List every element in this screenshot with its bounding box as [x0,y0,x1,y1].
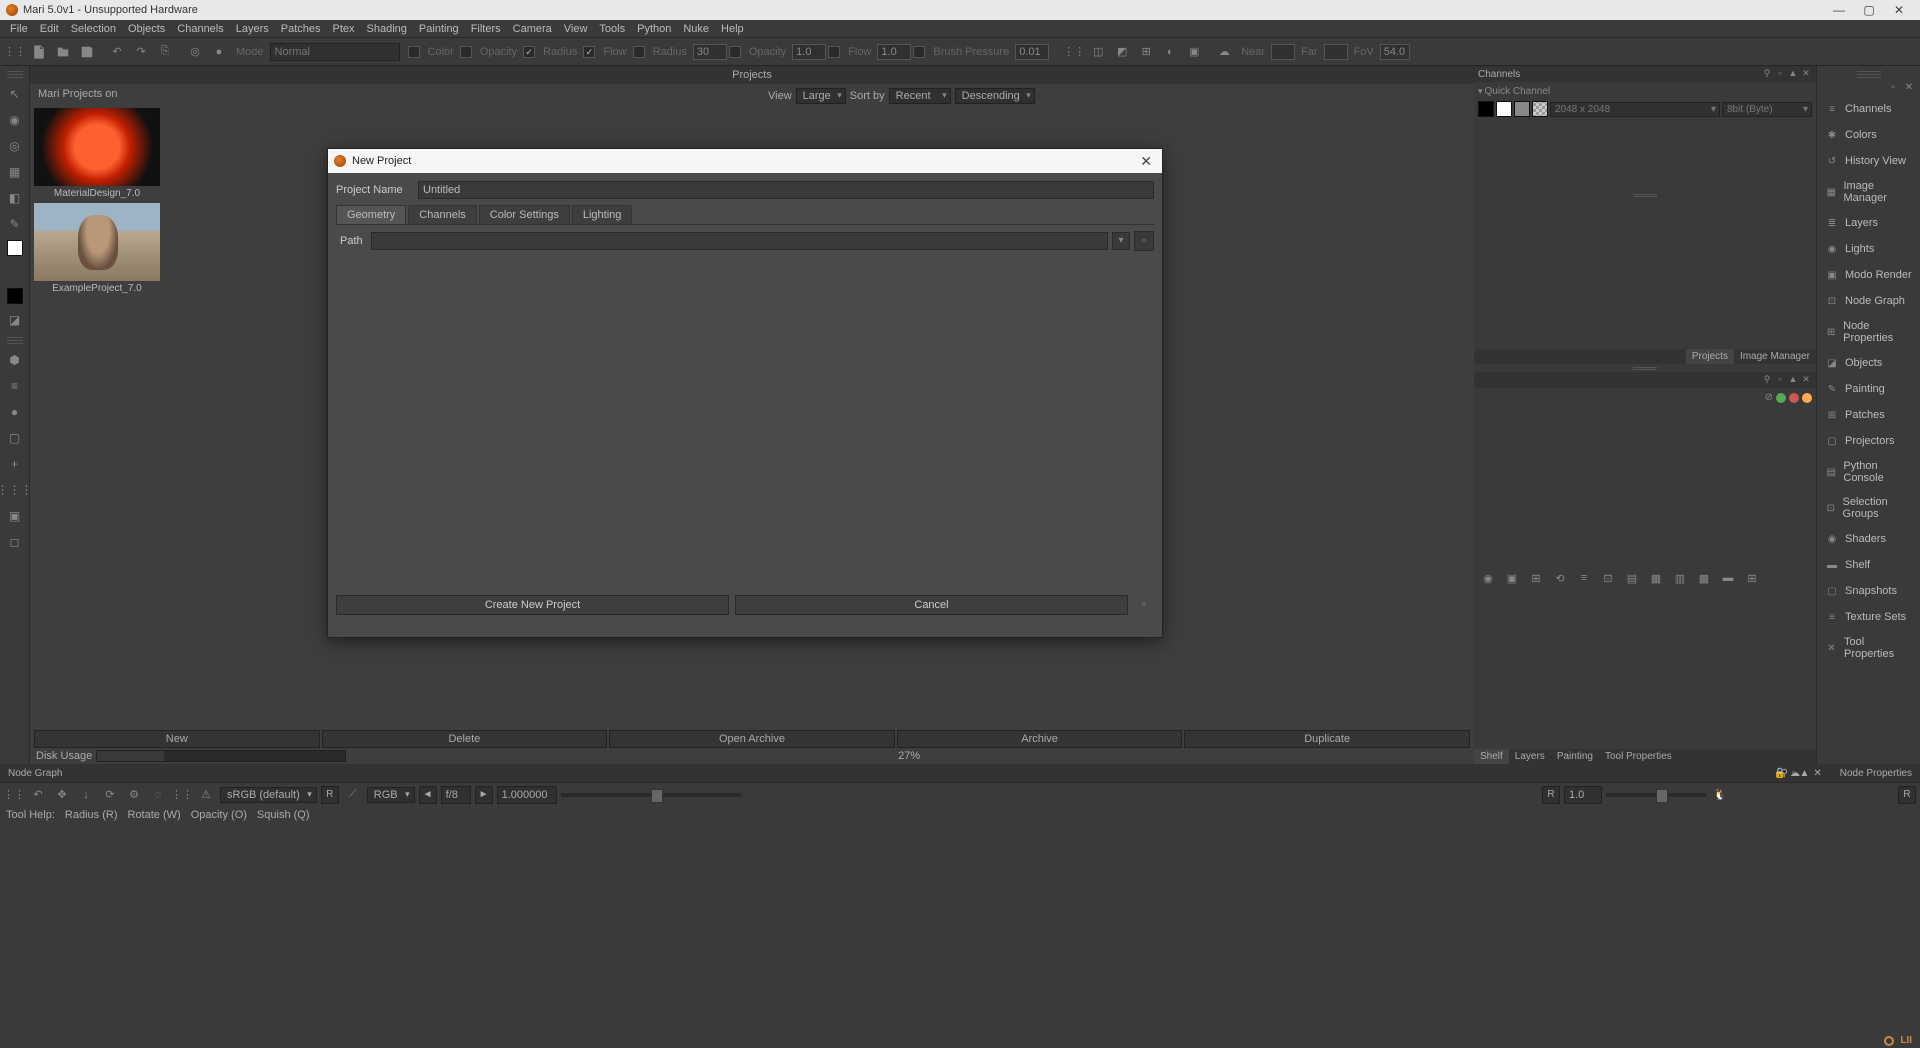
new-project-dialog: New Project ✕ Project Name Geometry Chan… [327,148,1163,638]
dialog-mari-icon [334,155,346,167]
tab-color-settings[interactable]: Color Settings [479,205,570,224]
project-name-input[interactable] [418,181,1154,199]
dialog-close-button[interactable]: ✕ [1136,153,1156,170]
path-browse-button[interactable]: ▫ [1134,231,1154,251]
dialog-settings-icon[interactable]: ▫ [1134,595,1154,615]
dialog-titlebar: New Project ✕ [328,149,1162,173]
project-name-label: Project Name [336,184,412,196]
path-history-dropdown[interactable]: ▾ [1112,232,1130,250]
path-label: Path [336,235,367,247]
path-input[interactable] [371,232,1108,250]
tab-channels-dlg[interactable]: Channels [408,205,476,224]
create-project-button[interactable]: Create New Project [336,595,729,615]
tab-geometry[interactable]: Geometry [336,205,406,224]
cancel-button[interactable]: Cancel [735,595,1128,615]
dialog-title: New Project [352,155,411,167]
tab-lighting[interactable]: Lighting [572,205,633,224]
